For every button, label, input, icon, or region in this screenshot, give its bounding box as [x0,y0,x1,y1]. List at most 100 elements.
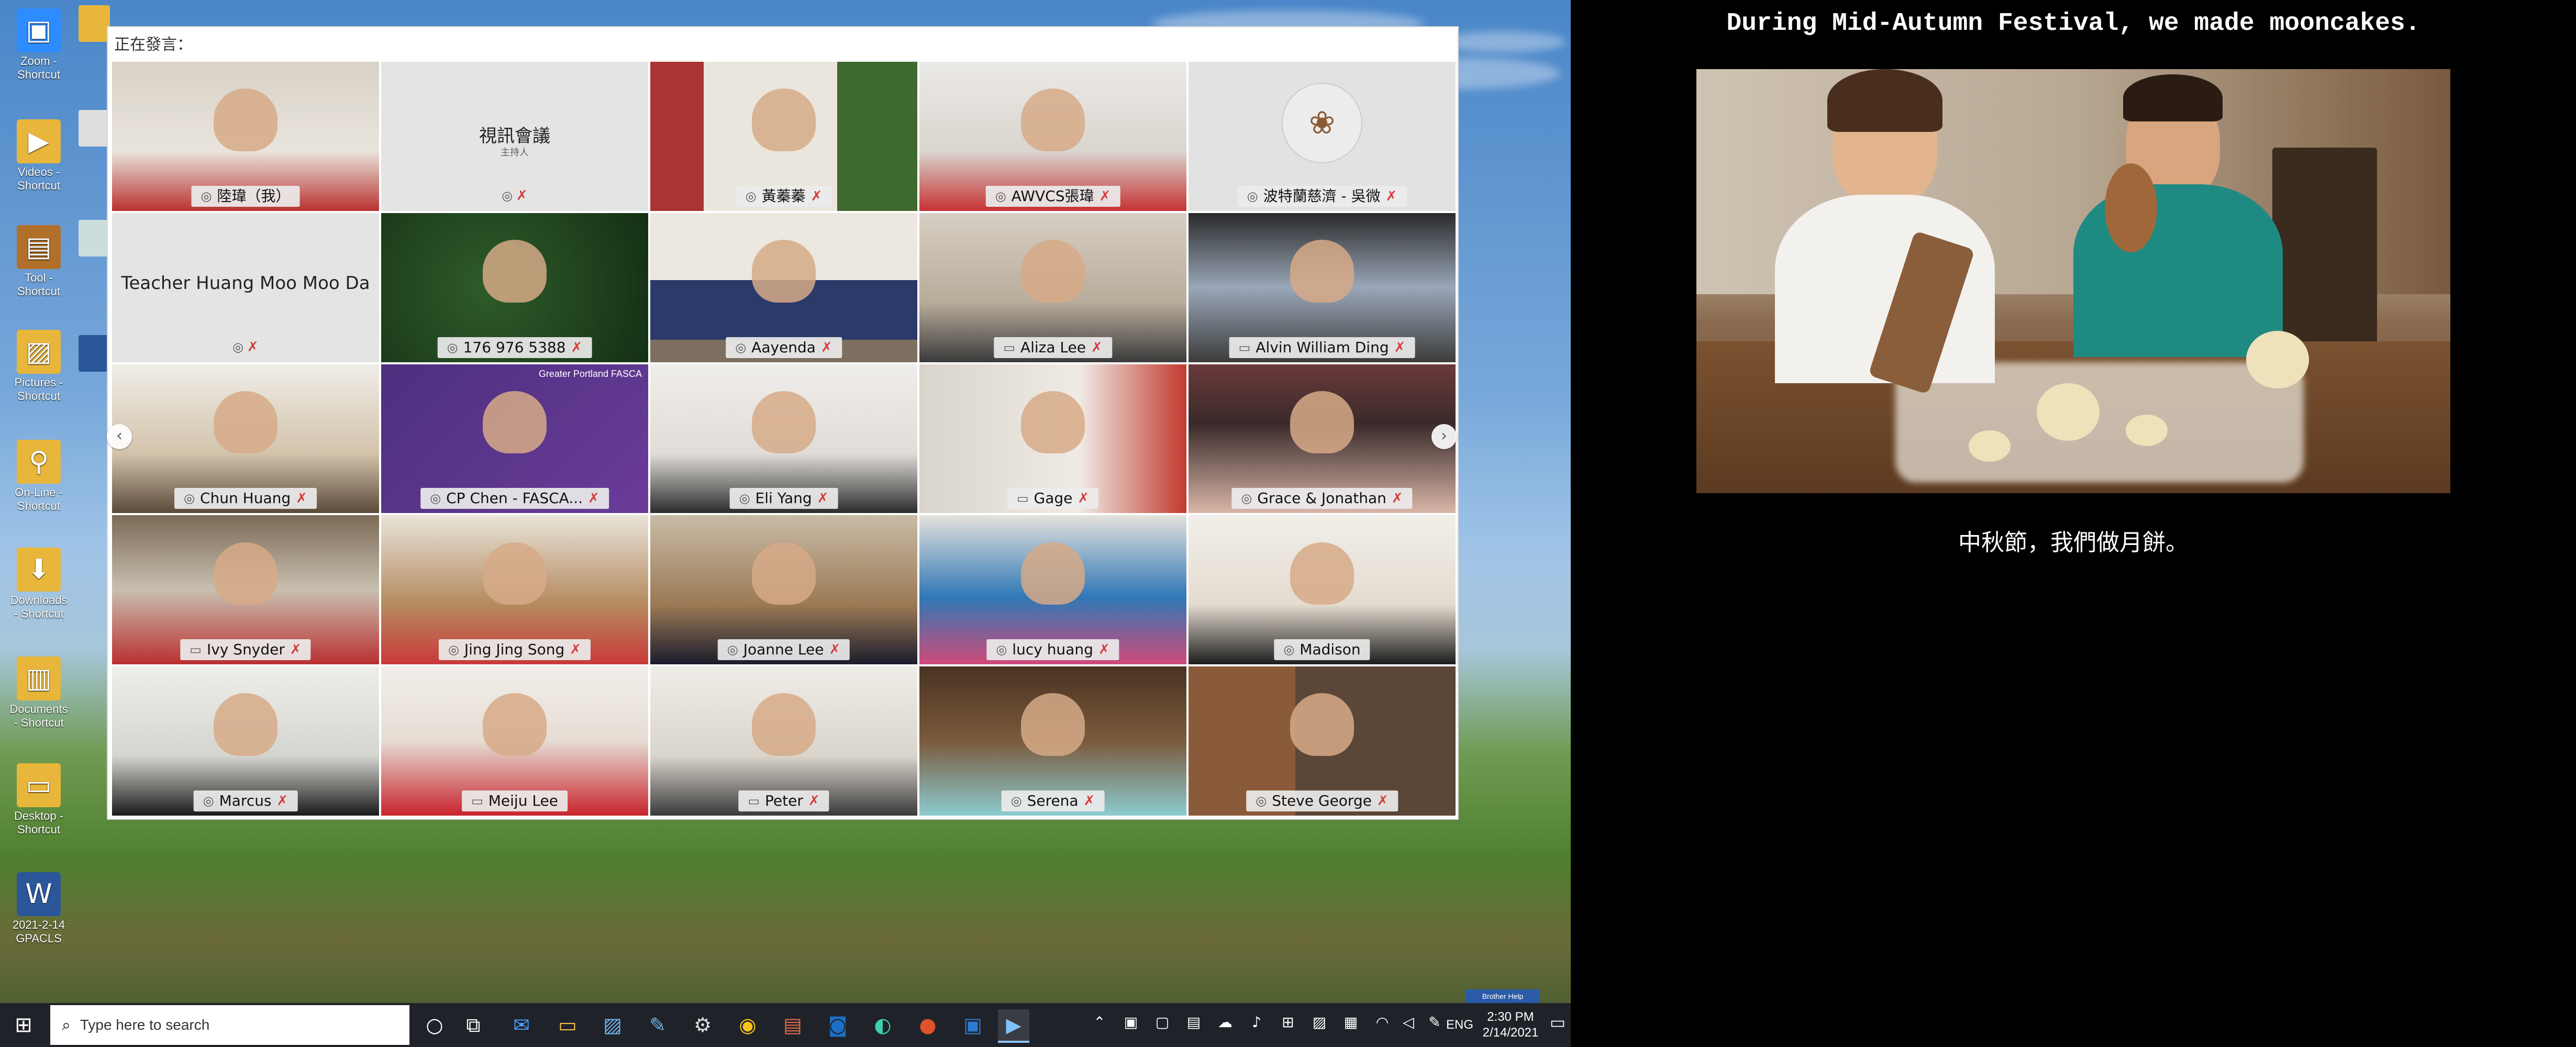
pen-icon[interactable]: ✎ [1424,1013,1445,1037]
participant-tile[interactable]: ❀ ◎ 波特蘭慈濟 - 吳微 ✗ [1189,62,1456,211]
participant-name: Alvin William Ding [1256,338,1389,356]
word-document-icon: W [17,872,61,916]
participant-tile[interactable]: ▭ Gage ✗ [919,364,1186,514]
powerpoint-icon[interactable]: ● [912,1009,943,1041]
start-button[interactable]: ⊞ [0,1003,47,1047]
desktop-icon[interactable]: ⬇ Downloads - Shortcut [7,542,70,642]
participant-tile[interactable]: ▭ Aliza Lee ✗ [919,213,1186,362]
muted-mic-icon: ✗ [808,793,820,809]
desktop-icon[interactable]: W 2021-2-14 GPACLS [7,867,70,966]
participant-tile[interactable]: ◎ Marcus ✗ [112,666,379,816]
desktop-icon[interactable]: ▭ Desktop - Shortcut [7,758,70,857]
photos-icon[interactable]: ▨ [597,1009,628,1041]
notification-icon[interactable]: ▭ [1545,1012,1571,1032]
speaking-label: 正在發言： [114,36,193,54]
participant-tile[interactable]: ◎ Serena ✗ [919,666,1186,816]
participant-tile[interactable]: ◎ Chun Huang ✗ [112,364,379,514]
tray-app-icon[interactable]: ▤ [1183,1013,1204,1037]
participant-name: Gage [1034,489,1073,507]
language-indicator[interactable]: ENG [1446,1018,1473,1032]
cortana-icon[interactable]: ○ [419,1009,450,1041]
slide-title: During Mid-Autumn Festival, we made moon… [1726,9,2420,38]
muted-mic-icon: ✗ [1083,793,1095,809]
participant-nameplate: ▭ Alvin William Ding ✗ [1229,337,1415,358]
participant-face [1020,542,1085,605]
audio-icon: ◎ [1283,642,1295,658]
gallery-next-arrow[interactable]: › [1431,424,1457,449]
desktop-icon-label: On-Line - Shortcut [15,486,63,513]
tray-app-icon[interactable]: ▣ [1120,1013,1141,1037]
participant-nameplate: ▭ Ivy Snyder ✗ [180,639,311,661]
muted-mic-icon: ✗ [588,491,599,507]
desktop-icon-partial[interactable] [79,220,110,257]
participant-tile[interactable]: ◎ Joanne Lee ✗ [650,515,917,665]
file-explorer-icon[interactable]: ▭ [552,1009,583,1041]
app-icon[interactable]: ⚙ [687,1009,718,1041]
task-view-icon[interactable]: ⧉ [458,1009,489,1041]
zoom-taskbar-icon[interactable]: ▶ [998,1009,1029,1043]
tray-app-icon[interactable]: ⊞ [1278,1013,1298,1037]
participant-tile[interactable]: ◎ Aayenda ✗ [650,213,917,362]
word-icon[interactable]: ▣ [957,1009,989,1041]
mail-icon[interactable]: ✉ [506,1009,537,1041]
participant-tile[interactable]: ◎ Eli Yang ✗ [650,364,917,514]
desktop-icon-partial[interactable] [79,110,110,147]
participant-name: AWVCS張瑋 [1011,187,1094,205]
app-icon[interactable]: ▤ [777,1009,808,1041]
chevron-up-icon[interactable]: ⌃ [1089,1013,1110,1037]
taskbar-search-input[interactable]: ⌕ Type here to search [50,1005,409,1045]
participant-tile[interactable]: ▭ Ivy Snyder ✗ [112,515,379,665]
participant-name: lucy huang [1012,641,1093,659]
participant-name: Joanne Lee [743,641,824,659]
desktop-icon[interactable]: ▣ Zoom - Shortcut [7,3,70,103]
tray-app-icon[interactable]: ▦ [1340,1013,1361,1037]
participant-tile[interactable]: Greater Portland FASCA ◎ CP Chen - FASCA..… [381,364,648,514]
participant-tile[interactable]: ▭ Meiju Lee [381,666,648,816]
chrome-icon[interactable]: ◉ [732,1009,763,1041]
participant-tile[interactable]: ◎ AWVCS張瑋 ✗ [919,62,1186,211]
tray-app-icon[interactable]: ▨ [1309,1013,1330,1037]
edge-icon[interactable]: ◐ [867,1009,898,1041]
participant-nameplate: ◎ Jing Jing Song ✗ [438,639,591,661]
participant-face [1290,240,1354,303]
participant-name: Madison [1300,641,1361,659]
participant-name: Steve George [1272,792,1372,809]
participant-face [1290,542,1354,605]
participant-tile[interactable]: ◎ 陸瑋（我） [112,62,379,211]
microphone-icon[interactable]: ♪ [1246,1013,1267,1037]
brother-help-badge[interactable]: Brother Help [1466,989,1539,1003]
participant-tile[interactable]: ◎ 黃蓁蓁 ✗ [650,62,917,211]
participant-tile[interactable]: 視訊會議 主持人 ◎ ✗ [381,62,648,211]
volume-icon[interactable]: ◁ [1398,1013,1419,1037]
app-icon[interactable]: ✎ [642,1009,673,1041]
tray-app-icon[interactable]: ▢ [1152,1013,1173,1037]
participant-nameplate: ◎ 176 976 5388 ✗ [437,337,592,358]
participant-tile[interactable]: ◎ Madison [1189,515,1456,665]
participant-tile[interactable]: ◎ Steve George ✗ [1189,666,1456,816]
outlook-icon[interactable]: ◙ [822,1009,853,1041]
participant-tile[interactable]: Teacher Huang Moo Moo Da ◎ ✗ [112,213,379,362]
desktop-icon[interactable]: ▥ Documents - Shortcut [7,651,70,751]
desktop-icon[interactable]: ⚲ On-Line - Shortcut [7,435,70,534]
participant-tile[interactable]: ◎ Grace & Jonathan ✗ [1189,364,1456,514]
desktop-icon[interactable]: ▶ Videos - Shortcut [7,114,70,214]
participant-tile[interactable]: ◎ lucy huang ✗ [919,515,1186,665]
wifi-icon[interactable]: ◠ [1372,1013,1393,1037]
gallery-prev-arrow[interactable]: ‹ [107,424,132,449]
participant-nameplate: ◎ Steve George ✗ [1246,790,1398,811]
desktop-icon[interactable]: ▤ Tool - Shortcut [7,220,70,319]
audio-icon: ◎ [203,793,214,808]
participant-tile[interactable]: ◎ 176 976 5388 ✗ [381,213,648,362]
participant-tile[interactable]: ▭ Alvin William Ding ✗ [1189,213,1456,362]
clock[interactable]: 2:30 PM 2/14/2021 [1471,1009,1550,1041]
desktop-icon-partial[interactable] [79,335,110,372]
desktop-icon[interactable]: ▨ Pictures - Shortcut [7,325,70,424]
onedrive-icon[interactable]: ☁ [1215,1013,1236,1037]
participant-tile[interactable]: ▭ Peter ✗ [650,666,917,816]
participant-nameplate: ◎ Marcus ✗ [193,790,298,811]
participant-nameplate: ▭ Peter ✗ [738,790,829,811]
desktop-icon-3d-objects[interactable] [79,5,110,42]
toolbox-icon: ▤ [17,225,61,269]
audio-icon: ◎ [739,491,750,506]
participant-tile[interactable]: ◎ Jing Jing Song ✗ [381,515,648,665]
